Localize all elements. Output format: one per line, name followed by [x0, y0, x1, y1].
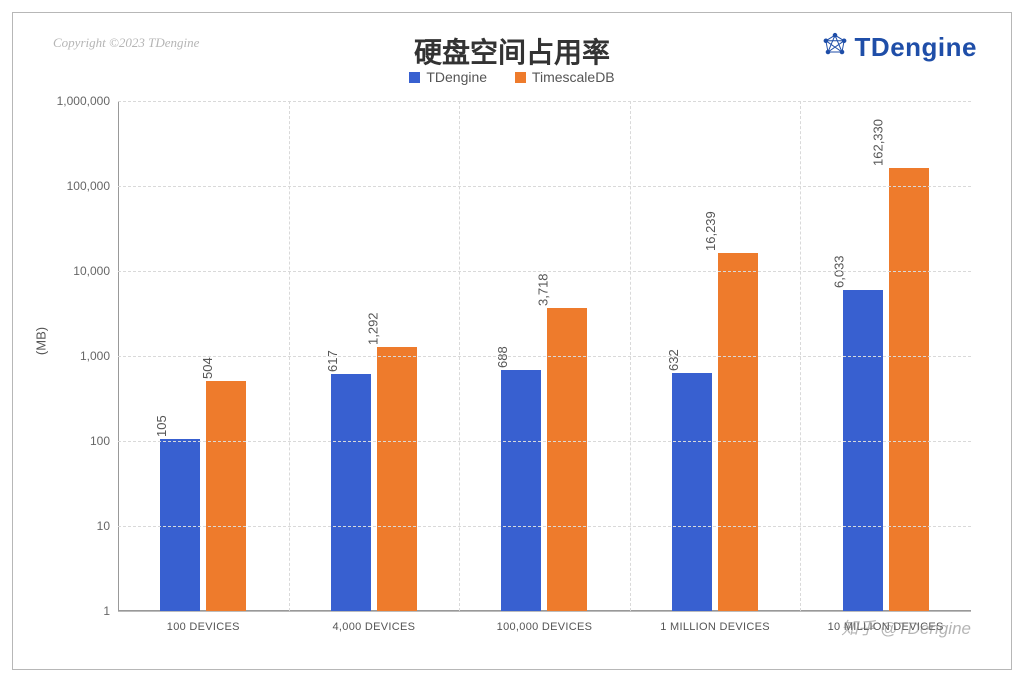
gridline	[118, 441, 971, 442]
legend-label-timescaledb: TimescaleDB	[532, 69, 615, 85]
y-tick-label: 100,000	[67, 179, 110, 193]
y-tick-label: 100	[90, 434, 110, 448]
y-axis-label: (MB)	[34, 327, 49, 355]
gridline	[118, 101, 971, 102]
legend-item-timescaledb: TimescaleDB	[515, 69, 615, 85]
y-tick-label: 10,000	[73, 264, 110, 278]
bar-tdengine: 617	[331, 374, 371, 611]
category-label: 1 MILLION DEVICES	[630, 621, 801, 633]
bar-timescaledb: 3,718	[547, 308, 587, 611]
bar-value-label: 3,718	[536, 273, 551, 306]
bar-value-label: 1,292	[366, 312, 381, 345]
legend-swatch-timescaledb	[515, 72, 526, 83]
bar-timescaledb: 162,330	[889, 168, 929, 611]
bar-timescaledb: 504	[206, 381, 246, 611]
category-label: 4,000 DEVICES	[289, 621, 460, 633]
y-tick-label: 1	[103, 604, 110, 618]
bar-value-label: 162,330	[870, 119, 885, 166]
legend-label-tdengine: TDengine	[426, 69, 487, 85]
category-label: 100,000 DEVICES	[459, 621, 630, 633]
bar-value-label: 504	[200, 358, 215, 380]
gridline	[118, 356, 971, 357]
bar-tdengine: 6,033	[843, 290, 883, 611]
gridline-vertical	[289, 101, 290, 611]
y-tick-label: 1,000,000	[57, 94, 110, 108]
y-tick-label: 10	[97, 519, 110, 533]
bar-value-label: 16,239	[703, 211, 718, 251]
chart-frame: Copyright ©2023 TDengine TDengine 硬盘空间占用…	[12, 12, 1012, 670]
gridline	[118, 186, 971, 187]
plot-area: 105504100 DEVICES6171,2924,000 DEVICES68…	[118, 101, 971, 611]
chart-title: 硬盘空间占用率	[13, 31, 1011, 71]
y-tick-label: 1,000	[80, 349, 110, 363]
legend-swatch-tdengine	[409, 72, 420, 83]
chart-legend: TDengine TimescaleDB	[13, 69, 1011, 86]
category-label: 10 MILLION DEVICES	[800, 621, 971, 633]
bar-value-label: 105	[154, 416, 169, 438]
gridline	[118, 271, 971, 272]
gridline-vertical	[630, 101, 631, 611]
gridline	[118, 611, 971, 612]
bar-value-label: 632	[666, 349, 681, 371]
bar-value-label: 617	[325, 350, 340, 372]
gridline-vertical	[800, 101, 801, 611]
legend-item-tdengine: TDengine	[409, 69, 487, 85]
gridline	[118, 526, 971, 527]
category-label: 100 DEVICES	[118, 621, 289, 633]
bar-tdengine: 632	[672, 373, 712, 611]
bar-tdengine: 688	[501, 370, 541, 611]
gridline-vertical	[459, 101, 460, 611]
bar-timescaledb: 16,239	[718, 253, 758, 611]
bar-timescaledb: 1,292	[377, 347, 417, 611]
